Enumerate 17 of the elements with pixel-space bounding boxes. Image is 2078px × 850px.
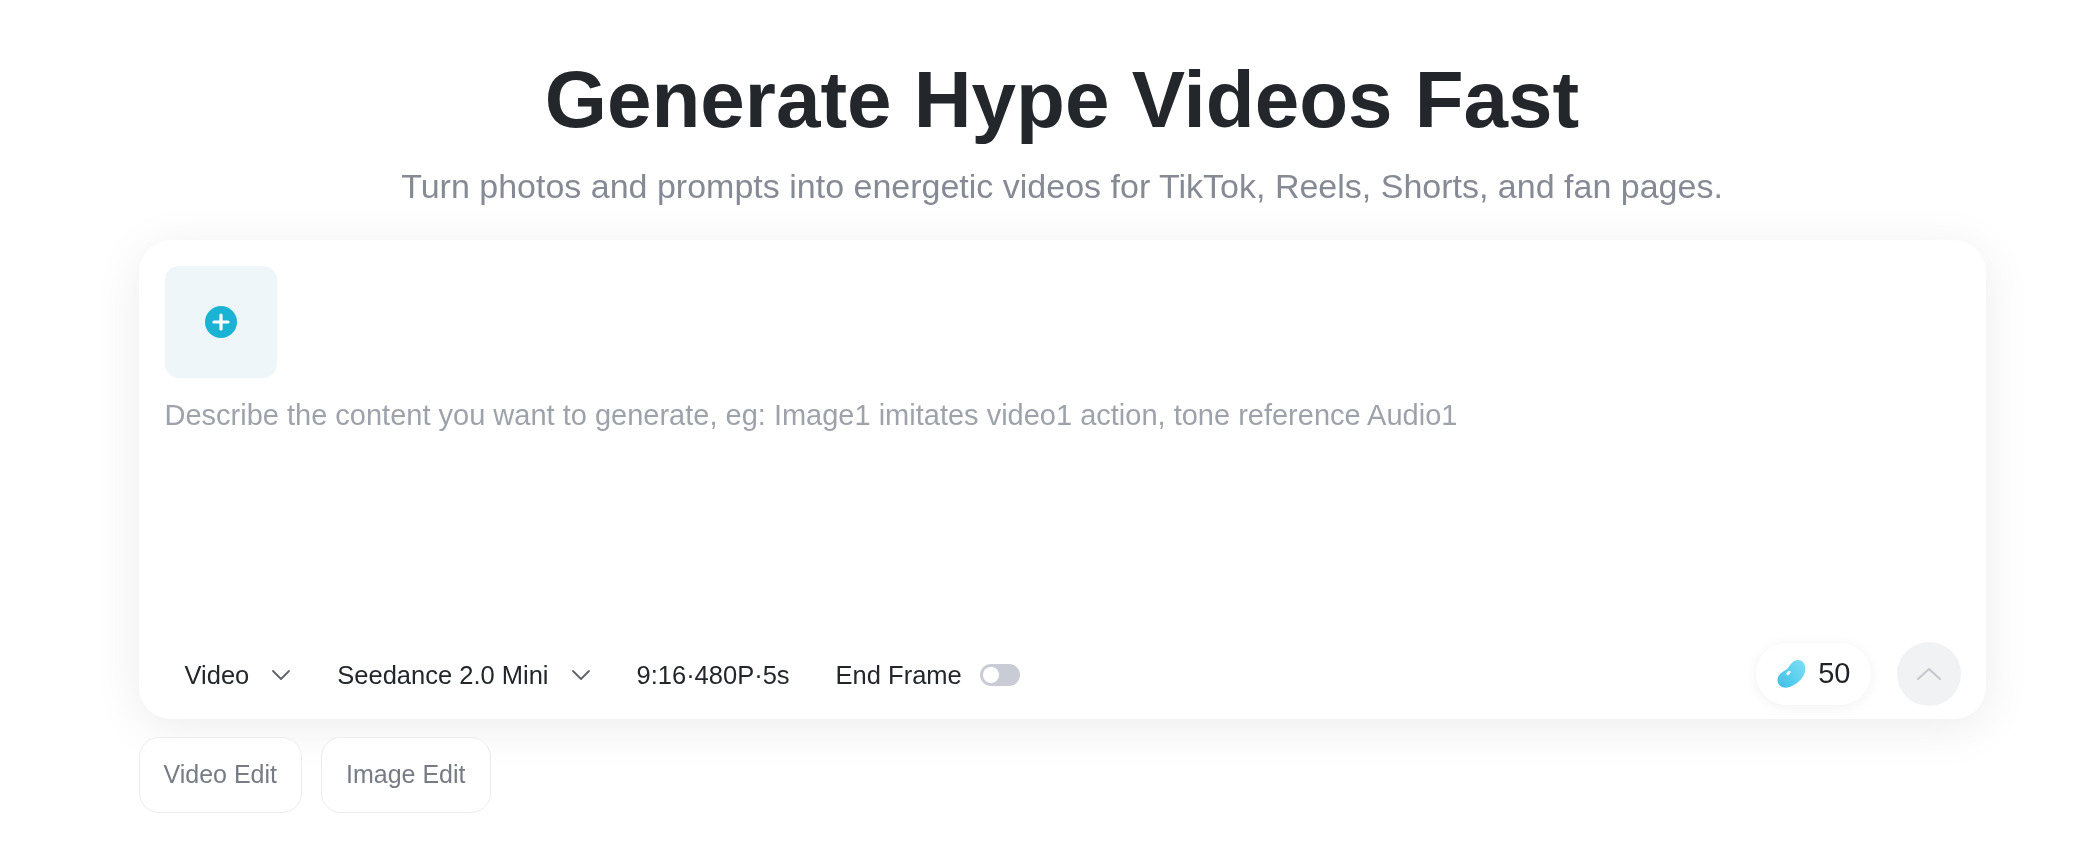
chevron-down-icon [570, 669, 591, 681]
chevron-down-icon [271, 669, 292, 681]
upload-tile[interactable] [164, 266, 277, 378]
toggle-label: End Frame [835, 659, 962, 691]
dropdown-button[interactable]: Seedance 2.0 Mini [337, 653, 591, 697]
dropdown-button[interactable]: Video [184, 653, 292, 697]
quick-action-button[interactable]: Image Edit [321, 737, 491, 813]
toggle-switch[interactable] [979, 664, 1020, 686]
page-title: Generate Hype Videos Fast [543, 54, 1581, 146]
format-button[interactable]: 9:16·480P·5s [636, 653, 790, 697]
plus-icon [204, 306, 237, 338]
credits-count: 50 [1818, 656, 1851, 692]
chevron-up-icon [1915, 667, 1942, 681]
bean-icon [1776, 659, 1807, 689]
quick-action-button[interactable]: Video Edit [138, 737, 302, 813]
page-subtitle: Turn photos and prompts into energetic videos for TikTok, Reels, Shorts, and fan pages. [400, 166, 1724, 206]
prompt-field[interactable]: Describe the content you want to generate, eg: Image1 imitates video1 action, tone reference Audio1 [164, 398, 1961, 642]
